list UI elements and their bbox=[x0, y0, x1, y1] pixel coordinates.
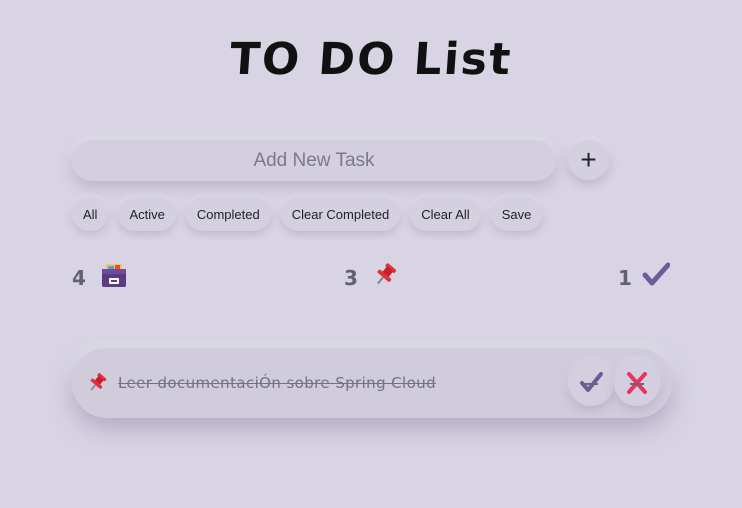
app-title: TO DO List bbox=[228, 34, 514, 85]
close-icon bbox=[622, 370, 652, 396]
save-button[interactable]: Save bbox=[490, 197, 543, 231]
clear-completed-button[interactable]: Clear Completed bbox=[280, 197, 401, 231]
filter-active-button[interactable]: Active bbox=[118, 197, 176, 231]
add-task-button[interactable]: + bbox=[568, 139, 609, 180]
task-item: Leer documentaciÓn sobre Spring Cloud bbox=[72, 348, 672, 418]
filter-all-button[interactable]: All bbox=[72, 197, 109, 231]
new-task-field bbox=[72, 140, 556, 181]
stat-completed: 1 bbox=[618, 262, 671, 293]
filter-completed-button[interactable]: Completed bbox=[185, 197, 271, 231]
pushpin-icon bbox=[86, 372, 108, 399]
pushpin-icon bbox=[372, 262, 398, 293]
complete-task-button[interactable] bbox=[568, 360, 614, 406]
plus-icon: + bbox=[580, 143, 597, 175]
stat-total: 4 bbox=[72, 262, 128, 293]
filter-bar: All Active Completed Clear Completed Cle… bbox=[72, 197, 543, 231]
stat-active: 3 bbox=[344, 262, 398, 293]
archive-box-icon bbox=[100, 262, 128, 293]
delete-task-button[interactable] bbox=[614, 360, 660, 406]
total-count: 4 bbox=[72, 265, 86, 290]
checkmark-icon bbox=[642, 262, 671, 293]
clear-all-button[interactable]: Clear All bbox=[410, 197, 481, 231]
task-text: Leer documentaciÓn sobre Spring Cloud bbox=[118, 374, 437, 392]
new-task-input[interactable] bbox=[72, 140, 556, 181]
checkmark-icon bbox=[576, 370, 606, 396]
completed-count: 1 bbox=[618, 265, 632, 290]
active-count: 3 bbox=[344, 265, 358, 290]
